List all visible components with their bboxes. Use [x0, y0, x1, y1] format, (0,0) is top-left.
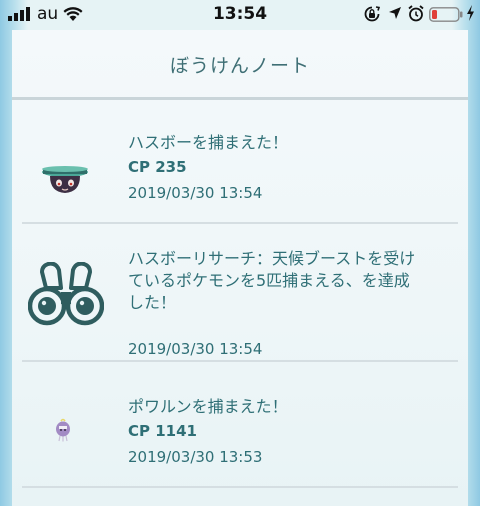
page-title: ぼうけんノート [169, 55, 310, 77]
location-arrow-icon [389, 7, 401, 19]
entry-text: ハスボーを捕まえた！ CP 235 2019/03/30 13:54 [128, 132, 288, 204]
entry-title-line: ているポケモンを5匹捕まえる、を達成 [128, 271, 410, 290]
entry-divider [22, 360, 458, 362]
entry-title: ハスボーを捕まえた！ [128, 133, 289, 152]
entry-text: ハスボーリサーチ：天候ブーストを受け ているポケモンを5匹捕まえる、を達成 した… [128, 248, 415, 360]
entry-divider [22, 486, 458, 488]
title-divider [12, 97, 468, 100]
entry-date: 2019/03/30 13:54 [128, 184, 263, 202]
status-bar: au 13:54 [0, 0, 480, 30]
drifloon-sprite-icon [56, 418, 70, 442]
entry-date: 2019/03/30 13:54 [128, 340, 263, 358]
entry-title: ポワルンを捕まえた！ [128, 397, 288, 416]
alarm-icon [408, 5, 424, 22]
charging-bolt-icon [467, 5, 474, 21]
lampent-sprite-icon [42, 166, 88, 193]
battery-icon [429, 7, 463, 22]
entry-title-line: した！ [128, 293, 177, 312]
entry-cp: CP 1141 [128, 422, 197, 440]
binoculars-icon [28, 262, 104, 326]
entry-title-line: ハスボーリサーチ：天候ブーストを受け [128, 249, 416, 268]
journal-panel: ぼうけんノート ハスボーを捕まえた！ CP 235 2019/03/30 13:… [12, 30, 468, 506]
orientation-lock-icon [364, 6, 380, 22]
entry-cp: CP 235 [128, 158, 187, 176]
entry-divider [22, 222, 458, 224]
entry-date: 2019/03/30 13:53 [128, 448, 263, 466]
entry-text: ポワルンを捕まえた！ CP 1141 2019/03/30 13:53 [128, 396, 288, 468]
